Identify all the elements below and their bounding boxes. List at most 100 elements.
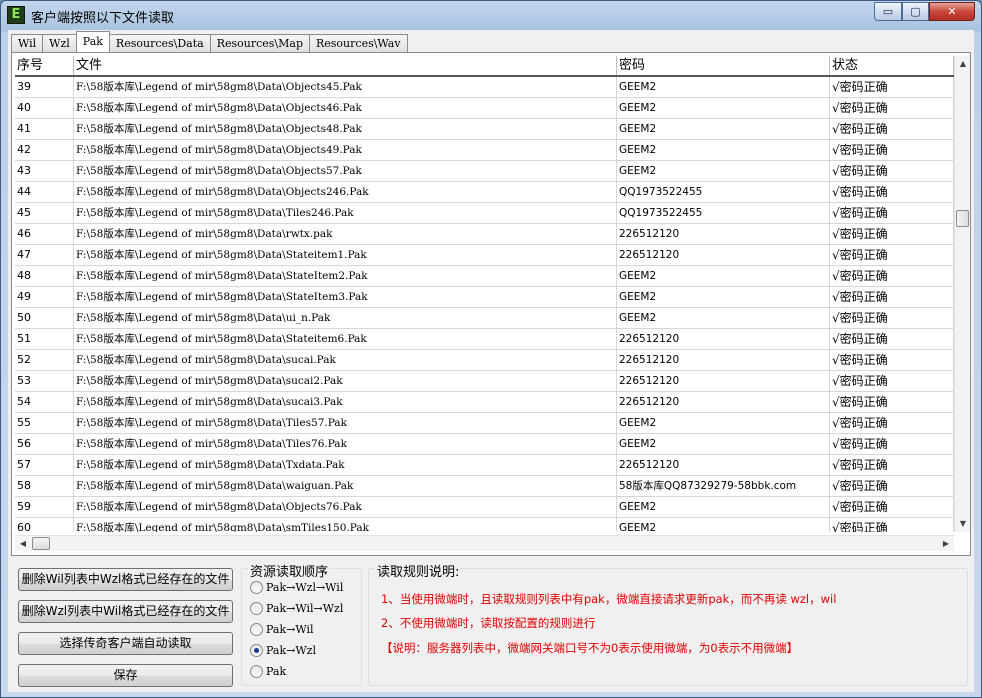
table-row[interactable]: 45 F:\58版本库\Legend of mir\58gm8\Data\Tile… xyxy=(15,203,954,224)
order-option-label: Pak→Wil→Wzl xyxy=(266,602,344,615)
row-file: F:\58版本库\Legend of mir\58gm8\Data\Tiles5… xyxy=(74,413,617,433)
table-row[interactable]: 47 F:\58版本库\Legend of mir\58gm8\Data\Stat… xyxy=(15,245,954,266)
table-row[interactable]: 43 F:\58版本库\Legend of mir\58gm8\Data\Obje… xyxy=(15,161,954,182)
tab-resources-data[interactable]: Resources\Data xyxy=(108,34,211,52)
table-row[interactable]: 42 F:\58版本库\Legend of mir\58gm8\Data\Obje… xyxy=(15,140,954,161)
order-option-4[interactable]: Pak→Wzl xyxy=(250,644,316,657)
read-rules-group: 读取规则说明: 1、当使用微端时，且读取规则列表中有pak，微端直接请求更新pa… xyxy=(368,561,968,686)
tab-pak[interactable]: Pak xyxy=(75,31,110,52)
row-id: 55 xyxy=(15,413,74,433)
row-id: 43 xyxy=(15,161,74,181)
table-row[interactable]: 49 F:\58版本库\Legend of mir\58gm8\Data\Stat… xyxy=(15,287,954,308)
header-id[interactable]: 序号 xyxy=(15,56,74,75)
row-status: √密码正确 xyxy=(830,266,954,286)
row-id: 58 xyxy=(15,476,74,496)
delete-wil-duplicates-button[interactable]: 删除Wil列表中Wzl格式已经存在的文件 xyxy=(18,568,233,591)
radio-checked-icon[interactable] xyxy=(250,644,263,657)
scroll-up-icon[interactable]: ▲ xyxy=(955,56,971,72)
window-title: 客户端按照以下文件读取 xyxy=(31,11,175,26)
row-file: F:\58版本库\Legend of mir\58gm8\Data\Object… xyxy=(74,182,617,202)
row-id: 60 xyxy=(15,518,74,532)
header-password[interactable]: 密码 xyxy=(617,56,830,75)
close-button[interactable]: ✕ xyxy=(929,2,975,21)
row-status: √密码正确 xyxy=(830,245,954,265)
minimize-button[interactable]: ▭ xyxy=(874,2,902,21)
row-file: F:\58版本库\Legend of mir\58gm8\Data\ui_n.P… xyxy=(74,308,617,328)
table-row[interactable]: 58 F:\58版本库\Legend of mir\58gm8\Data\waig… xyxy=(15,476,954,497)
row-id: 46 xyxy=(15,224,74,244)
radio-icon[interactable] xyxy=(250,581,263,594)
order-option-5[interactable]: Pak xyxy=(250,665,286,678)
row-id: 44 xyxy=(15,182,74,202)
table-row[interactable]: 53 F:\58版本库\Legend of mir\58gm8\Data\suca… xyxy=(15,371,954,392)
horizontal-scrollbar[interactable]: ◀ ▶ xyxy=(15,535,954,551)
table-row[interactable]: 55 F:\58版本库\Legend of mir\58gm8\Data\Tile… xyxy=(15,413,954,434)
header-file[interactable]: 文件 xyxy=(74,56,617,75)
tab-strip: Wil Wzl Pak Resources\Data Resources\Map… xyxy=(11,31,408,52)
auto-read-client-button[interactable]: 选择传奇客户端自动读取 xyxy=(18,632,233,655)
rule-line-2: 2、不使用微端时，读取按配置的规则进行 xyxy=(381,616,596,630)
tab-wil[interactable]: Wil xyxy=(11,34,44,52)
row-id: 39 xyxy=(15,77,74,97)
radio-icon[interactable] xyxy=(250,623,263,636)
row-status: √密码正确 xyxy=(830,140,954,160)
scroll-left-icon[interactable]: ◀ xyxy=(15,536,31,552)
save-button[interactable]: 保存 xyxy=(18,664,233,687)
horizontal-scroll-thumb[interactable] xyxy=(32,537,50,550)
table-row[interactable]: 51 F:\58版本库\Legend of mir\58gm8\Data\Stat… xyxy=(15,329,954,350)
row-status: √密码正确 xyxy=(830,392,954,412)
row-password: 226512120 xyxy=(617,371,830,391)
table-row[interactable]: 39 F:\58版本库\Legend of mir\58gm8\Data\Obje… xyxy=(15,77,954,98)
row-id: 52 xyxy=(15,350,74,370)
radio-icon[interactable] xyxy=(250,602,263,615)
row-id: 54 xyxy=(15,392,74,412)
table-row[interactable]: 57 F:\58版本库\Legend of mir\58gm8\Data\Txda… xyxy=(15,455,954,476)
scroll-right-icon[interactable]: ▶ xyxy=(938,536,954,552)
row-file: F:\58版本库\Legend of mir\58gm8\Data\Object… xyxy=(74,119,617,139)
radio-icon[interactable] xyxy=(250,665,263,678)
row-status: √密码正确 xyxy=(830,224,954,244)
row-file: F:\58版本库\Legend of mir\58gm8\Data\sucai3… xyxy=(74,392,617,412)
table-row[interactable]: 50 F:\58版本库\Legend of mir\58gm8\Data\ui_n… xyxy=(15,308,954,329)
table-row[interactable]: 56 F:\58版本库\Legend of mir\58gm8\Data\Tile… xyxy=(15,434,954,455)
table-row[interactable]: 54 F:\58版本库\Legend of mir\58gm8\Data\suca… xyxy=(15,392,954,413)
vertical-scroll-thumb[interactable] xyxy=(956,210,969,227)
app-icon: E xyxy=(7,6,25,24)
row-file: F:\58版本库\Legend of mir\58gm8\Data\Tiles7… xyxy=(74,434,617,454)
order-option-3[interactable]: Pak→Wil xyxy=(250,623,314,636)
table-row[interactable]: 41 F:\58版本库\Legend of mir\58gm8\Data\Obje… xyxy=(15,119,954,140)
table-row[interactable]: 46 F:\58版本库\Legend of mir\58gm8\Data\rwtx… xyxy=(15,224,954,245)
row-id: 45 xyxy=(15,203,74,223)
tab-wzl[interactable]: Wzl xyxy=(42,34,77,52)
scroll-down-icon[interactable]: ▼ xyxy=(955,516,971,532)
row-password: 226512120 xyxy=(617,245,830,265)
table-row[interactable]: 52 F:\58版本库\Legend of mir\58gm8\Data\suca… xyxy=(15,350,954,371)
table-row[interactable]: 48 F:\58版本库\Legend of mir\58gm8\Data\Stat… xyxy=(15,266,954,287)
maximize-button[interactable]: ▢ xyxy=(902,2,929,21)
table-row[interactable]: 60 F:\58版本库\Legend of mir\58gm8\Data\smTi… xyxy=(15,518,954,532)
row-file: F:\58版本库\Legend of mir\58gm8\Data\Object… xyxy=(74,98,617,118)
order-option-2[interactable]: Pak→Wil→Wzl xyxy=(250,602,343,615)
row-password: 58版本库QQ87329279-58bbk.com xyxy=(617,476,830,496)
row-file: F:\58版本库\Legend of mir\58gm8\Data\StateI… xyxy=(74,266,617,286)
read-rules-title: 读取规则说明: xyxy=(375,561,462,580)
row-file: F:\58版本库\Legend of mir\58gm8\Data\Object… xyxy=(74,161,617,181)
table-row[interactable]: 59 F:\58版本库\Legend of mir\58gm8\Data\Obje… xyxy=(15,497,954,518)
title-bar[interactable]: E 客户端按照以下文件读取 ▭ ▢ ✕ xyxy=(1,1,981,29)
row-file: F:\58版本库\Legend of mir\58gm8\Data\smTile… xyxy=(74,518,617,532)
tab-resources-map[interactable]: Resources\Map xyxy=(209,34,310,52)
order-option-label: Pak→Wzl xyxy=(266,644,316,657)
vertical-scrollbar[interactable]: ▲ ▼ xyxy=(954,56,970,532)
header-status[interactable]: 状态 xyxy=(830,56,954,75)
file-table[interactable]: 序号 文件 密码 状态 39 F:\58版本库\Legend of mir\58g… xyxy=(15,56,954,532)
table-row[interactable]: 40 F:\58版本库\Legend of mir\58gm8\Data\Obje… xyxy=(15,98,954,119)
read-order-group: 资源读取顺序 Pak→Wzl→Wil Pak→Wil→Wzl Pak→Wil P… xyxy=(241,561,362,686)
delete-wzl-duplicates-button[interactable]: 删除Wzl列表中Wil格式已经存在的文件 xyxy=(18,600,233,623)
tab-resources-wav[interactable]: Resources\Wav xyxy=(309,34,408,52)
rule-line-1: 1、当使用微端时，且读取规则列表中有pak，微端直接请求更新pak，而不再读 w… xyxy=(381,592,837,606)
table-row[interactable]: 44 F:\58版本库\Legend of mir\58gm8\Data\Obje… xyxy=(15,182,954,203)
order-option-1[interactable]: Pak→Wzl→Wil xyxy=(250,581,343,594)
row-file: F:\58版本库\Legend of mir\58gm8\Data\sucai.… xyxy=(74,350,617,370)
row-id: 59 xyxy=(15,497,74,517)
row-status: √密码正确 xyxy=(830,371,954,391)
